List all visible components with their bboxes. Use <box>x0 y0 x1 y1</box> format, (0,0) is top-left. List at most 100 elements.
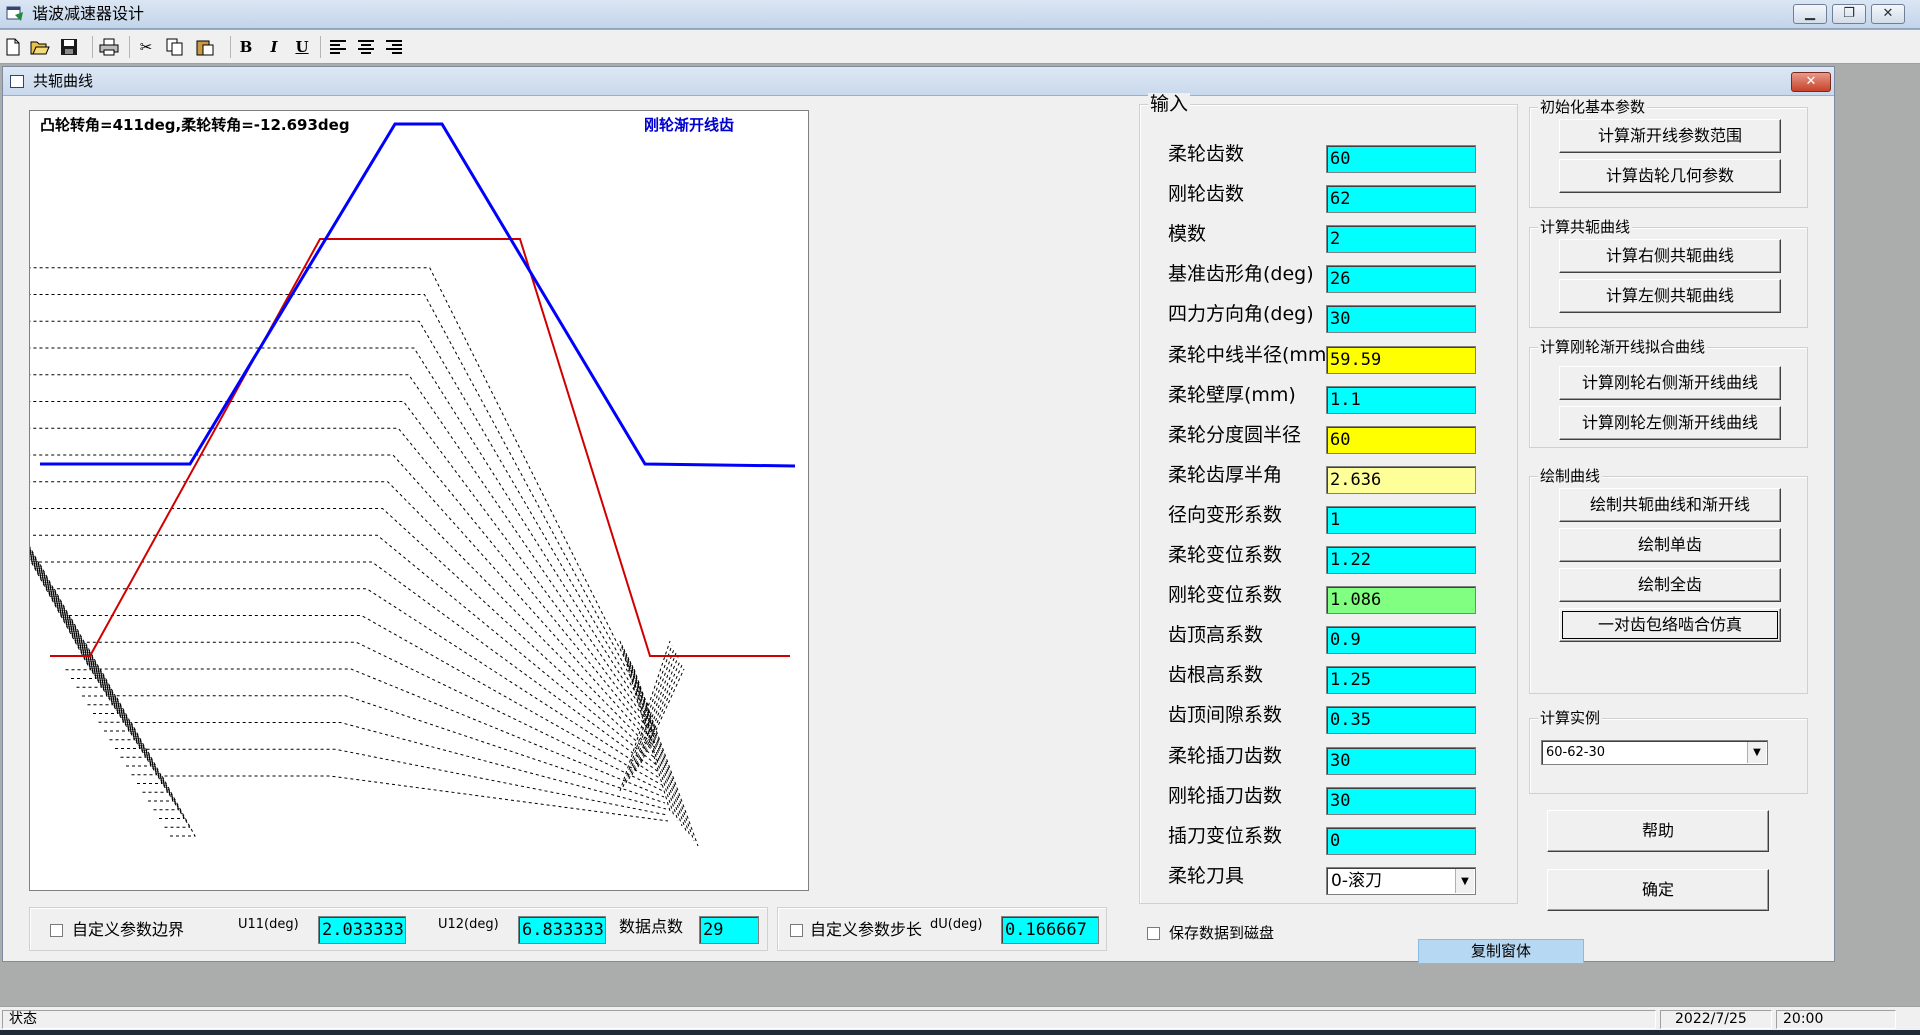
tool-select[interactable]: 0-滚刀 ▼ <box>1326 867 1476 895</box>
draw-single-tooth-button[interactable]: 绘制单齿 <box>1559 528 1781 562</box>
restore-button[interactable]: ❐ <box>1832 4 1866 24</box>
conjugate-curve-dashed <box>99 668 665 802</box>
calc-right-conjugate-button[interactable]: 计算右侧共轭曲线 <box>1559 239 1781 273</box>
align-center-button[interactable] <box>354 35 378 59</box>
cut-icon: ✂ <box>139 37 153 56</box>
copy-window-button[interactable]: 复制窗体 <box>1418 939 1584 964</box>
param-input[interactable]: 0.35 <box>1326 706 1476 734</box>
save-icon <box>61 39 77 55</box>
minimize-icon: ▁ <box>1805 6 1815 21</box>
param-input[interactable]: 30 <box>1326 787 1476 815</box>
custom-step-group: 自定义参数步长 dU(deg) 0.166667 <box>777 907 1107 951</box>
conjugate-curve-dashed <box>30 347 653 726</box>
custom-bounds-label: 自定义参数边界 <box>72 920 185 939</box>
conjugate-curve-dashed <box>30 454 657 750</box>
param-input[interactable]: 60 <box>1326 145 1476 173</box>
app-icon <box>6 6 24 22</box>
conjugate-curve-dashed <box>84 641 664 793</box>
param-input[interactable]: 30 <box>1326 747 1476 775</box>
param-input[interactable]: 2.636 <box>1326 466 1476 494</box>
bold-button[interactable]: B <box>234 35 258 59</box>
init-params-label: 初始化基本参数 <box>1538 98 1648 116</box>
paste-button[interactable] <box>193 35 217 59</box>
param-input[interactable]: 0 <box>1326 827 1476 855</box>
draw-conjugate-involute-button[interactable]: 绘制共轭曲线和渐开线 <box>1559 488 1781 522</box>
u12-input[interactable]: 6.833333 <box>518 916 606 944</box>
close-button[interactable]: ✕ <box>1871 4 1905 24</box>
align-right-button[interactable] <box>382 35 406 59</box>
custom-step-label: 自定义参数步长 <box>810 920 923 939</box>
param-label: 刚轮齿数 <box>1168 183 1245 205</box>
status-text: 状态 <box>2 1010 1656 1029</box>
param-input[interactable]: 26 <box>1326 265 1476 293</box>
conjugate-calc-label: 计算共轭曲线 <box>1538 218 1633 236</box>
minimize-button[interactable]: ▁ <box>1793 4 1827 24</box>
title-bar: 谐波减速器设计 ▁ ❐ ✕ <box>0 0 1920 29</box>
param-label: 柔轮分度圆半径 <box>1168 424 1302 446</box>
input-rows: 柔轮齿数 60 刚轮齿数 62 模数 2 基准齿形角(deg) 26 四力方向角(deg) 30 柔… <box>1168 141 1508 895</box>
draw-curves-group: 绘制曲线 绘制共轭曲线和渐开线 绘制单齿 绘制全齿 一对齿包络啮合仿真 <box>1529 467 1808 694</box>
param-label: 插刀变位系数 <box>1168 825 1283 847</box>
cut-button[interactable]: ✂ <box>134 35 158 59</box>
ok-button[interactable]: 确定 <box>1547 869 1769 911</box>
param-input[interactable]: 1 <box>1326 506 1476 534</box>
open-folder-button[interactable] <box>28 35 52 59</box>
align-right-icon <box>386 40 402 54</box>
calc-left-conjugate-button[interactable]: 计算左侧共轭曲线 <box>1559 279 1781 313</box>
param-input[interactable]: 60 <box>1326 426 1476 454</box>
points-input[interactable]: 29 <box>699 916 759 944</box>
bold-icon: B <box>239 37 253 56</box>
param-input[interactable]: 0.9 <box>1326 626 1476 654</box>
example-select[interactable]: 60-62-30 ▼ <box>1541 740 1768 765</box>
conjugate-curve-dashed <box>130 722 667 819</box>
conjugate-curve-dashed <box>30 401 655 738</box>
envelope-dashed <box>623 648 679 822</box>
calc-right-involute-button[interactable]: 计算刚轮右侧渐开线曲线 <box>1559 366 1781 400</box>
calc-involute-range-button[interactable]: 计算渐开线参数范围 <box>1559 119 1781 153</box>
copy-button[interactable] <box>163 35 187 59</box>
chevron-down-icon: ▼ <box>1747 742 1766 763</box>
conjugate-curve-dashed <box>30 267 650 708</box>
draw-all-teeth-button[interactable]: 绘制全齿 <box>1559 568 1781 602</box>
example-label: 计算实例 <box>1538 709 1603 727</box>
param-input[interactable]: 59.59 <box>1326 346 1476 374</box>
save-to-disk-checkbox[interactable] <box>1147 927 1160 940</box>
param-input[interactable]: 1.25 <box>1326 666 1476 694</box>
mesh-simulation-button[interactable]: 一对齿包络啮合仿真 <box>1559 608 1781 642</box>
copy-icon <box>166 38 183 56</box>
child-title-bar: 共轭曲线 ✕ <box>3 67 1834 96</box>
save-button[interactable] <box>57 35 81 59</box>
param-input[interactable]: 62 <box>1326 185 1476 213</box>
param-input[interactable]: 1.1 <box>1326 386 1476 414</box>
italic-button[interactable]: I <box>262 35 286 59</box>
param-input[interactable]: 30 <box>1326 305 1476 333</box>
taskbar-strip <box>0 1030 1920 1035</box>
param-input[interactable]: 1.22 <box>1326 546 1476 574</box>
draw-curves-label: 绘制曲线 <box>1538 467 1603 485</box>
align-center-icon <box>358 40 374 54</box>
status-bar: 状态 2022/7/25 20:00 <box>0 1006 1920 1030</box>
param-label: 刚轮变位系数 <box>1168 584 1283 606</box>
underline-button[interactable]: U <box>290 35 314 59</box>
init-params-group: 初始化基本参数 计算渐开线参数范围 计算齿轮几何参数 <box>1529 98 1808 208</box>
print-button[interactable] <box>97 35 121 59</box>
child-close-button[interactable]: ✕ <box>1791 72 1831 92</box>
new-file-button[interactable] <box>1 35 25 59</box>
u11-input[interactable]: 2.033333 <box>318 916 406 944</box>
print-icon <box>99 38 119 56</box>
help-button[interactable]: 帮助 <box>1547 810 1769 852</box>
restore-icon: ❐ <box>1843 6 1855 21</box>
tool-select-value: 0-滚刀 <box>1331 871 1382 891</box>
calc-gear-geometry-button[interactable]: 计算齿轮几何参数 <box>1559 159 1781 193</box>
du-input[interactable]: 0.166667 <box>1001 916 1099 944</box>
involute-fit-group: 计算刚轮渐开线拟合曲线 计算刚轮右侧渐开线曲线 计算刚轮左侧渐开线曲线 <box>1529 338 1808 448</box>
envelope-dashed <box>628 652 677 780</box>
param-label: 齿顶间隙系数 <box>1168 704 1283 726</box>
custom-step-checkbox[interactable] <box>790 924 803 937</box>
calc-left-involute-button[interactable]: 计算刚轮左侧渐开线曲线 <box>1559 406 1781 440</box>
child-window-icon <box>10 75 24 88</box>
param-input[interactable]: 1.086 <box>1326 586 1476 614</box>
custom-bounds-checkbox[interactable] <box>50 924 63 937</box>
param-input[interactable]: 2 <box>1326 225 1476 253</box>
align-left-button[interactable] <box>326 35 350 59</box>
